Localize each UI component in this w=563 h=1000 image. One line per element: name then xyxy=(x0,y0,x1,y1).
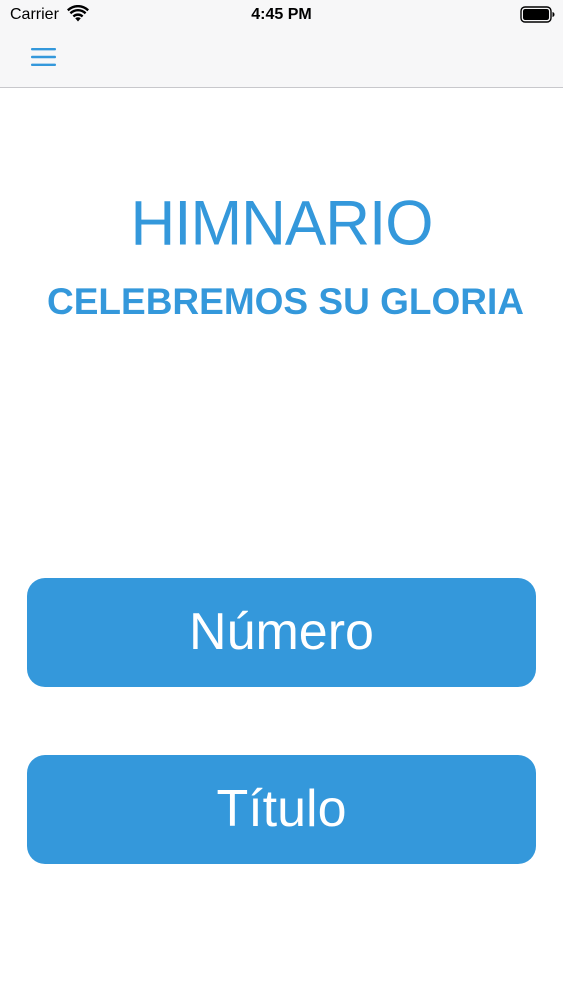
search-by-number-button[interactable]: Número xyxy=(27,578,536,687)
hamburger-menu-icon xyxy=(31,48,56,66)
app-screen: Carrier 4:45 PM HIMNARIO CELEBREMOS SU G… xyxy=(0,0,563,1000)
battery-icon xyxy=(520,6,555,23)
navigation-bar xyxy=(0,30,563,88)
menu-button[interactable] xyxy=(28,43,60,71)
app-subtitle: CELEBREMOS SU GLORIA xyxy=(47,281,524,322)
search-by-title-button[interactable]: Título xyxy=(27,755,536,864)
status-time: 4:45 PM xyxy=(251,6,312,23)
app-title: HIMNARIO xyxy=(130,188,434,259)
status-bar: Carrier 4:45 PM xyxy=(0,0,563,30)
